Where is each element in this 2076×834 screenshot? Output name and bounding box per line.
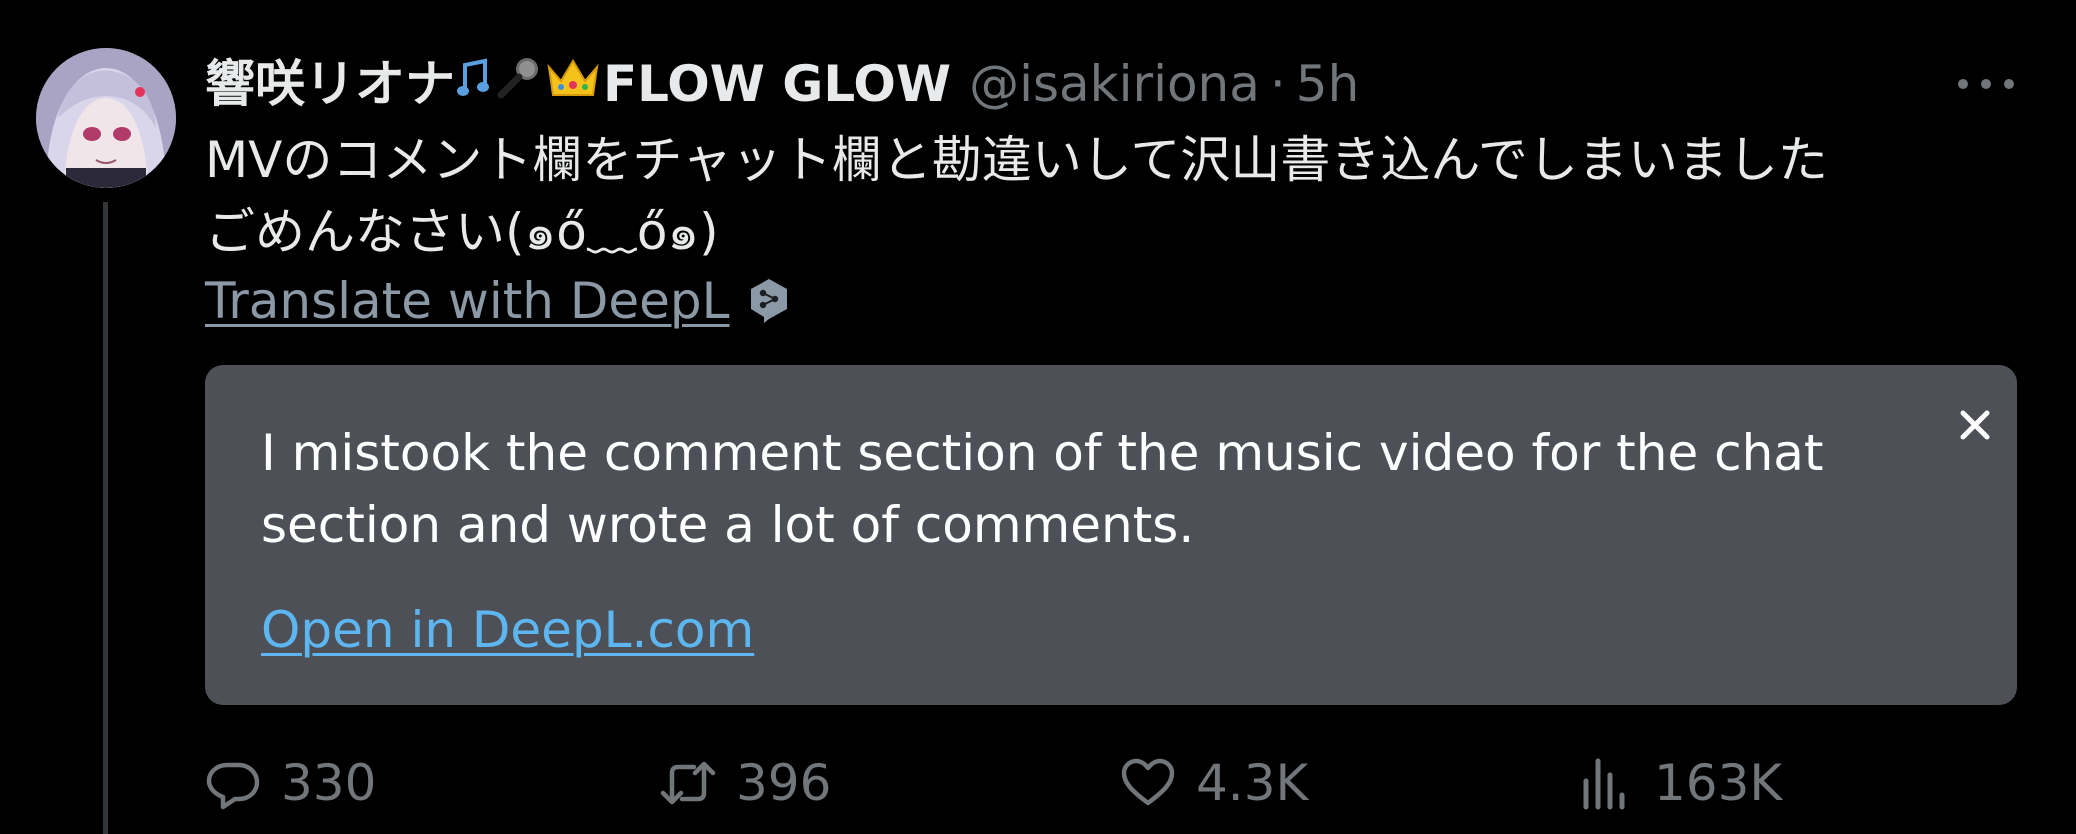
avatar-image — [36, 48, 176, 188]
display-name-suffix[interactable]: FLOW GLOW — [603, 52, 951, 116]
musical-notes-emoji — [457, 52, 491, 116]
translation-panel: I mistook the comment section of the mus… — [205, 365, 2017, 705]
tweet-text-line-1: MVのコメント欄をチャット欄と勘違いして沢山書き込んでしまいました — [205, 131, 1828, 189]
user-handle[interactable]: @isakiriona — [969, 52, 1260, 116]
tweet[interactable]: 響咲リオナ FLOW GLOW @isakiriona · 5h MVのコメント… — [0, 0, 2076, 834]
heart-icon — [1121, 758, 1175, 806]
like-count: 4.3K — [1196, 754, 1309, 812]
analytics-icon — [1583, 758, 1625, 810]
reply-button[interactable]: 330 — [205, 745, 376, 821]
action-bar: 330 396 4.3K 163K — [0, 745, 2076, 821]
retweet-count: 396 — [736, 754, 832, 812]
avatar[interactable] — [36, 48, 176, 188]
dot-1 — [1958, 79, 1968, 89]
retweet-button[interactable]: 396 — [660, 745, 831, 821]
reply-count: 330 — [281, 754, 377, 812]
deepl-logo-icon — [748, 277, 790, 325]
translate-row: Translate with DeepL — [205, 268, 790, 334]
close-icon[interactable] — [1957, 407, 1993, 443]
views-count: 163K — [1654, 754, 1783, 812]
dot-2 — [1981, 79, 1991, 89]
microphone-emoji — [495, 52, 541, 116]
views-button[interactable]: 163K — [1578, 745, 1782, 821]
separator-dot: · — [1269, 55, 1286, 113]
display-name[interactable]: 響咲リオナ — [205, 52, 455, 116]
timestamp[interactable]: 5h — [1296, 52, 1360, 116]
tweet-header: 響咲リオナ FLOW GLOW @isakiriona · 5h — [205, 52, 1359, 116]
reply-icon — [206, 762, 260, 810]
tweet-text-line-2: ごめんなさい(๑ő﹏ő๑) — [205, 203, 719, 261]
crown-emoji — [545, 52, 601, 116]
open-in-deepl-link[interactable]: Open in DeepL.com — [261, 601, 754, 659]
more-horizontal-icon[interactable] — [1958, 68, 2014, 100]
dot-3 — [2004, 79, 2014, 89]
retweet-icon — [660, 761, 716, 805]
thread-line — [103, 202, 108, 834]
like-button[interactable]: 4.3K — [1120, 745, 1308, 821]
tweet-text: MVのコメント欄をチャット欄と勘違いして沢山書き込んでしまいました ごめんなさい… — [205, 124, 2035, 268]
translation-text: I mistook the comment section of the mus… — [261, 424, 1824, 554]
translate-link[interactable]: Translate with DeepL — [205, 272, 730, 330]
